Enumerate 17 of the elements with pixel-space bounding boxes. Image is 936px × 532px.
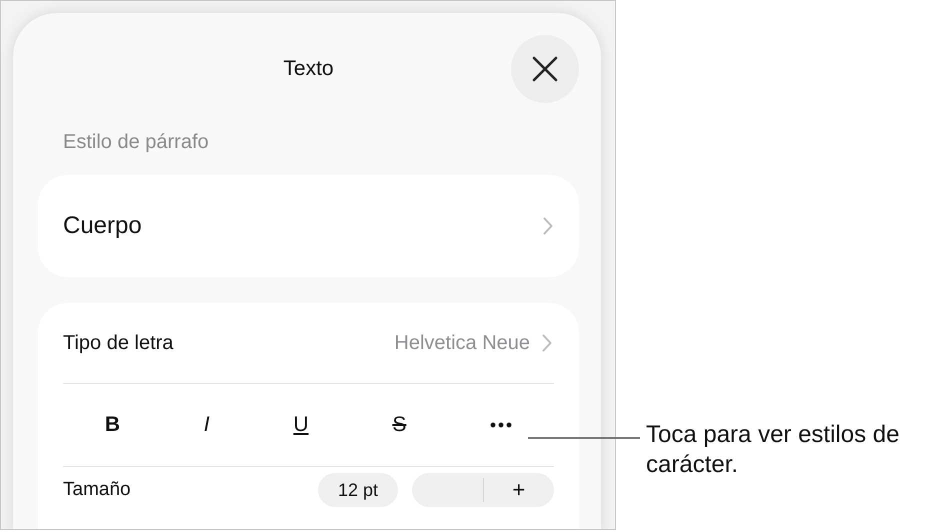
italic-button[interactable]: I (196, 409, 218, 441)
underline-button[interactable]: U (285, 409, 317, 441)
bold-button[interactable]: B (96, 409, 128, 441)
font-label: Tipo de letra (63, 332, 174, 354)
more-icon (490, 422, 512, 428)
size-label: Tamaño (63, 479, 131, 501)
increase-button[interactable]: + (484, 473, 554, 507)
chevron-right-icon (542, 334, 552, 352)
callout-text: Toca para ver estilos de carácter. (646, 420, 900, 480)
chevron-right-icon (543, 217, 553, 235)
paragraph-style-value: Cuerpo (63, 212, 142, 240)
close-icon (532, 56, 558, 82)
section-heading: Estilo de párrafo (63, 130, 210, 154)
paragraph-style-row[interactable]: Cuerpo (38, 175, 579, 277)
panel-title: Texto (282, 57, 335, 81)
strikethrough-button[interactable]: S (384, 409, 414, 441)
size-value-button[interactable]: 12 pt (318, 473, 398, 507)
